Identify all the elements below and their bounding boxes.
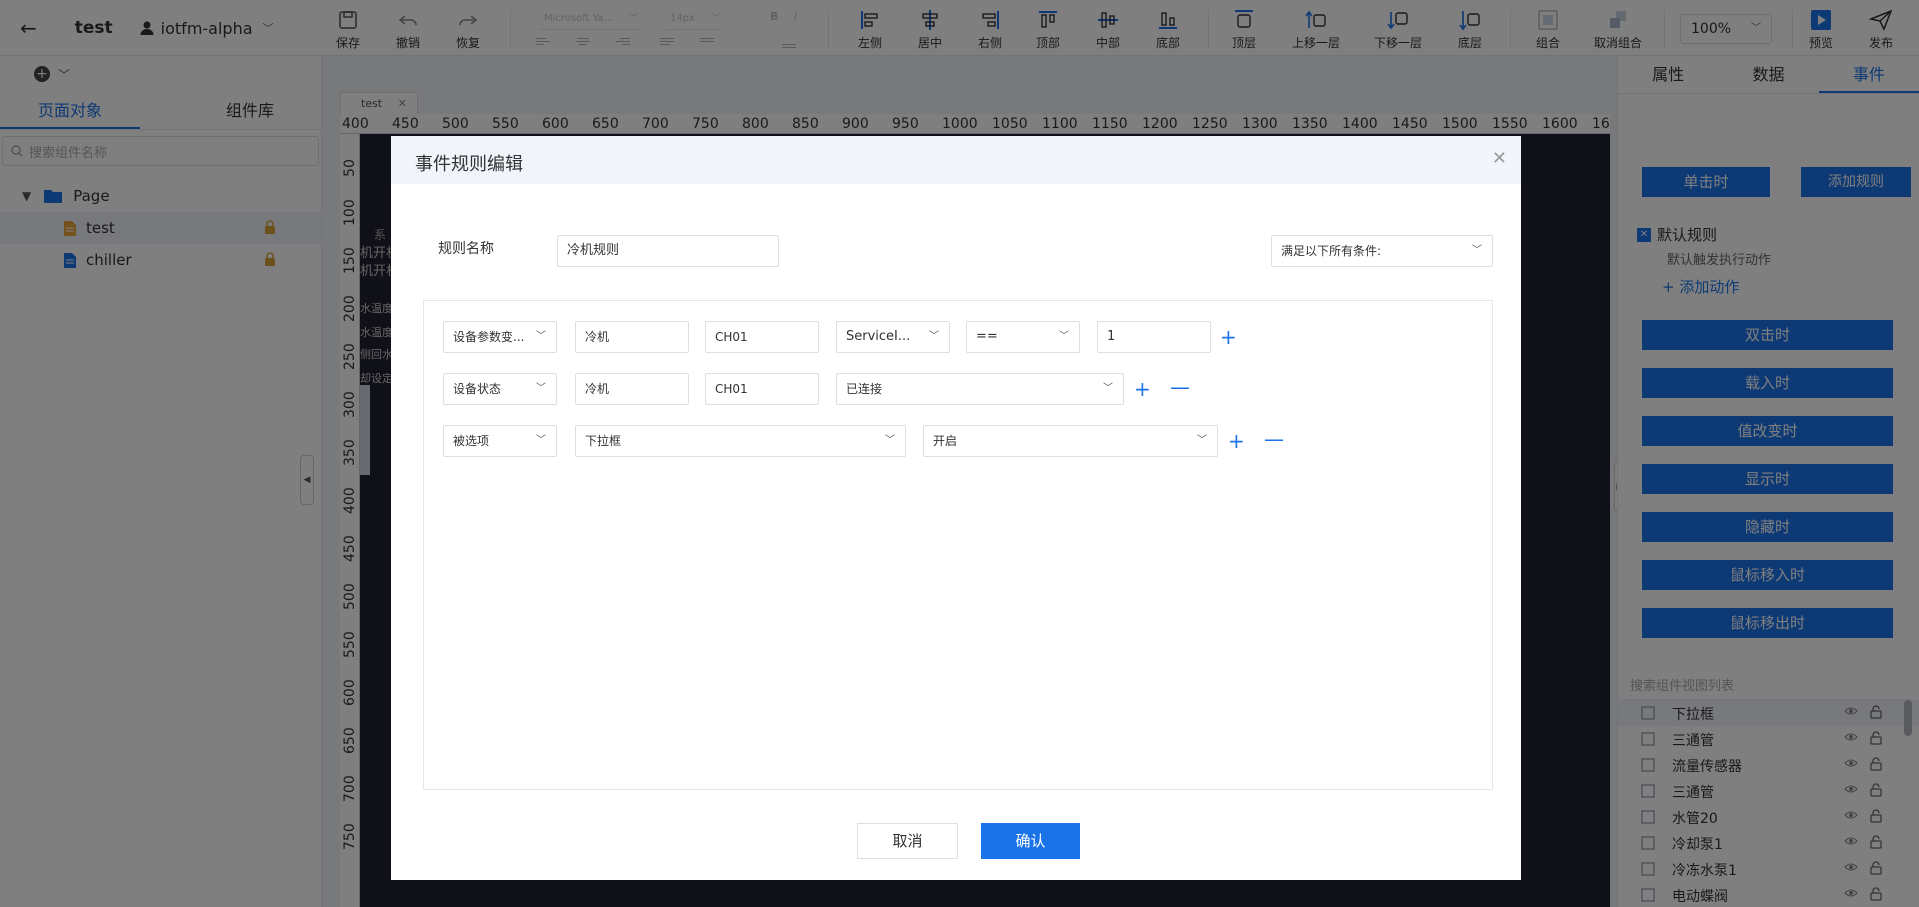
parameter-select[interactable]: ServiceI... ﹀ bbox=[836, 321, 950, 353]
rule-name-input[interactable]: 冷机规则 bbox=[557, 235, 779, 267]
add-condition-plus-icon[interactable]: + bbox=[1220, 327, 1237, 347]
device-input[interactable]: 冷机 bbox=[575, 321, 689, 353]
operator-select[interactable]: == ﹀ bbox=[966, 321, 1080, 353]
option-select[interactable]: 开启 ﹀ bbox=[923, 425, 1218, 457]
chevron-down-icon: ﹀ bbox=[536, 435, 546, 446]
add-condition-plus-icon[interactable]: + bbox=[1228, 431, 1245, 451]
remove-condition-minus-icon[interactable]: — bbox=[1264, 429, 1284, 449]
confirm-button[interactable]: 确认 bbox=[981, 823, 1080, 859]
add-condition-plus-icon[interactable]: + bbox=[1134, 379, 1151, 399]
chevron-down-icon: ﹀ bbox=[1103, 383, 1113, 394]
condition-type-select[interactable]: 设备状态 ﹀ bbox=[443, 373, 557, 405]
chevron-down-icon: ﹀ bbox=[929, 331, 939, 342]
condition-mode-select[interactable]: 满足以下所有条件: ﹀ bbox=[1271, 235, 1493, 267]
chevron-down-icon: ﹀ bbox=[885, 435, 895, 446]
rule-name-label: 规则名称 bbox=[438, 241, 494, 257]
device-state-select[interactable]: 已连接 ﹀ bbox=[836, 373, 1124, 405]
condition-type-select[interactable]: 设备参数变... ﹀ bbox=[443, 321, 557, 353]
chevron-down-icon: ﹀ bbox=[1059, 331, 1069, 342]
chevron-down-icon: ﹀ bbox=[1472, 245, 1482, 256]
editor-app: ← test iotfm-alpha ﹀ 保存 撤销 恢复 Microsoft … bbox=[0, 0, 1919, 907]
component-select[interactable]: 下拉框 ﹀ bbox=[575, 425, 906, 457]
remove-condition-minus-icon[interactable]: — bbox=[1170, 377, 1190, 397]
cancel-button[interactable]: 取消 bbox=[857, 823, 958, 859]
device-code-input[interactable]: CH01 bbox=[705, 373, 819, 405]
value-input[interactable]: 1 bbox=[1097, 321, 1211, 353]
device-code-input[interactable]: CH01 bbox=[705, 321, 819, 353]
chevron-down-icon: ﹀ bbox=[1197, 435, 1207, 446]
chevron-down-icon: ﹀ bbox=[536, 331, 546, 342]
condition-type-select[interactable]: 被选项 ﹀ bbox=[443, 425, 557, 457]
close-icon[interactable]: ✕ bbox=[1492, 148, 1507, 169]
dialog-title: 事件规则编辑 bbox=[415, 154, 523, 175]
event-rule-edit-dialog: 事件规则编辑 ✕ 规则名称 冷机规则 满足以下所有条件: ﹀ 设备参数变... ﹀ … bbox=[391, 136, 1521, 880]
chevron-down-icon: ﹀ bbox=[536, 383, 546, 394]
device-input[interactable]: 冷机 bbox=[575, 373, 689, 405]
